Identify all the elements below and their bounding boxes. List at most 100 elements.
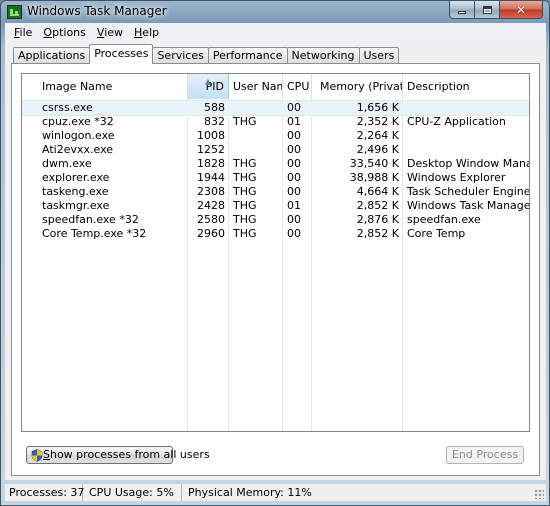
cell-memory: 33,540 K (349, 157, 399, 170)
cell-image-name: Ati2evxx.exe (42, 143, 114, 156)
cell-cpu: 00 (287, 171, 301, 184)
cell-cpu: 00 (287, 213, 301, 226)
cell-description: Windows Explorer (407, 171, 506, 184)
cell-image-name: Core Temp.exe *32 (42, 227, 147, 240)
table-row[interactable]: speedfan.exe *32 2580 THG 00 2,876 K speedfan… (22, 213, 529, 227)
cell-description (403, 143, 529, 157)
minimize-button[interactable] (449, 1, 475, 19)
table-row[interactable]: taskmgr.exe 2428 THG 01 2,852 K Windows Task … (22, 199, 529, 213)
processes-panel: Image Name ▲ PID User Name CPU Memory (P… (11, 63, 540, 476)
cell-description: Task Scheduler Engine (407, 185, 529, 198)
tab-performance[interactable]: Performance (207, 47, 288, 64)
table-row[interactable]: Ati2evxx.exe 1252 00 2,496 K (22, 143, 529, 157)
cell-description: Core Temp (407, 227, 466, 240)
tab-networking[interactable]: Networking (286, 47, 360, 64)
cell-user-name: THG (233, 185, 257, 198)
process-rows: csrss.exe 588 00 1,656 K cpuz.exe *32 832 THG 0… (22, 100, 529, 241)
cell-user-name (229, 143, 283, 157)
table-row[interactable]: explorer.exe 1944 THG 00 38,988 K Windows Exp… (22, 171, 529, 185)
resize-grip[interactable] (534, 489, 544, 499)
cell-memory: 38,988 K (349, 171, 399, 184)
tab-services[interactable]: Services (152, 47, 209, 64)
column-header-cpu[interactable]: CPU (283, 74, 312, 99)
end-process-button[interactable]: End Process (446, 446, 524, 464)
menu-file[interactable]: File (9, 26, 38, 39)
show-all-label: how processes from all users (49, 448, 210, 461)
menu-options-label: ptions (52, 25, 86, 39)
cell-image-name: speedfan.exe *32 (42, 213, 139, 226)
cell-pid: 832 (204, 115, 225, 128)
cell-user-name (229, 129, 283, 143)
column-header-user-name[interactable]: User Name (229, 74, 283, 99)
cell-description: CPU-Z Application (407, 115, 506, 128)
cell-user-name: THG (233, 171, 257, 184)
status-physical-memory: Physical Memory: 11% (188, 486, 312, 499)
cell-memory: 2,496 K (356, 143, 399, 156)
cell-description: Desktop Window Manager (407, 157, 529, 170)
tab-users[interactable]: Users (358, 47, 400, 64)
tab-applications[interactable]: Applications (13, 47, 91, 64)
cell-description (403, 129, 529, 143)
cell-image-name: explorer.exe (42, 171, 110, 184)
cell-pid: 2960 (197, 227, 225, 240)
cell-image-name: cpuz.exe *32 (42, 115, 114, 128)
cell-image-name: taskeng.exe (42, 185, 109, 198)
process-list[interactable]: Image Name ▲ PID User Name CPU Memory (P… (21, 73, 530, 432)
tab-processes[interactable]: Processes (89, 44, 154, 64)
cell-memory: 1,656 K (356, 101, 399, 114)
window-title: Windows Task Manager (27, 4, 167, 18)
menu-file-label: ile (19, 25, 33, 39)
status-bar: Processes: 37 CPU Usage: 5% Physical Mem… (5, 484, 546, 501)
status-processes: Processes: 37 (5, 484, 84, 501)
cell-cpu: 00 (287, 143, 301, 156)
column-header-description[interactable]: Description (403, 74, 529, 99)
cell-memory: 2,352 K (356, 115, 399, 128)
cell-pid: 1828 (197, 157, 225, 170)
task-manager-icon (7, 5, 22, 19)
column-header-memory[interactable]: Memory (Private ... (312, 74, 403, 99)
menu-view-label: iew (104, 25, 124, 39)
column-header-row: Image Name ▲ PID User Name CPU Memory (P… (22, 74, 529, 99)
menu-view[interactable]: View (92, 26, 129, 39)
menu-options[interactable]: Options (38, 26, 91, 39)
cell-user-name: THG (233, 213, 257, 226)
cell-cpu: 00 (287, 157, 301, 170)
table-row[interactable]: taskeng.exe 2308 THG 00 4,664 K Task Schedule… (22, 185, 529, 199)
cell-memory: 4,664 K (356, 185, 399, 198)
cell-pid: 2308 (197, 185, 225, 198)
table-row[interactable]: cpuz.exe *32 832 THG 01 2,352 K CPU-Z Applica… (22, 115, 529, 129)
menu-bar: File Options View Help (5, 23, 546, 41)
task-manager-window: Windows Task Manager ✕ File Options View… (0, 0, 550, 506)
cell-user-name: THG (233, 227, 257, 240)
show-all-accel: S (43, 448, 50, 461)
cell-image-name: csrss.exe (42, 101, 93, 114)
table-row[interactable]: Core Temp.exe *32 2960 THG 00 2,852 K Core Te… (22, 227, 529, 241)
menu-help-label: elp (142, 25, 160, 39)
cell-pid: 1944 (197, 171, 225, 184)
cell-user-name: THG (233, 115, 257, 128)
show-all-processes-button[interactable]: Show processes from all users (26, 446, 210, 464)
cell-cpu: 00 (287, 101, 301, 114)
client-area: Applications Processes Services Performa… (5, 41, 546, 480)
table-row[interactable]: dwm.exe 1828 THG 00 33,540 K Desktop Window M… (22, 157, 529, 171)
uac-shield-icon (31, 449, 43, 462)
table-row[interactable]: csrss.exe 588 00 1,656 K (22, 100, 529, 116)
close-button[interactable]: ✕ (500, 1, 543, 19)
title-bar[interactable]: Windows Task Manager ✕ (1, 1, 549, 23)
status-cpu-usage: CPU Usage: 5% (83, 484, 182, 501)
cell-description (403, 101, 529, 115)
column-header-image-name[interactable]: Image Name (22, 74, 188, 99)
maximize-button[interactable] (475, 1, 500, 19)
maximize-icon (482, 5, 492, 14)
cell-cpu: 01 (287, 199, 301, 212)
menu-help[interactable]: Help (129, 26, 165, 39)
caption-buttons: ✕ (449, 1, 543, 19)
minimize-icon (458, 11, 466, 14)
table-row[interactable]: winlogon.exe 1008 00 2,264 K (22, 129, 529, 143)
cell-pid: 1252 (197, 143, 225, 156)
cell-memory: 2,852 K (356, 227, 399, 240)
cell-memory: 2,876 K (356, 213, 399, 226)
cell-pid: 2428 (197, 199, 225, 212)
column-header-pid[interactable]: ▲ PID (188, 74, 229, 99)
cell-pid: 588 (204, 101, 225, 114)
